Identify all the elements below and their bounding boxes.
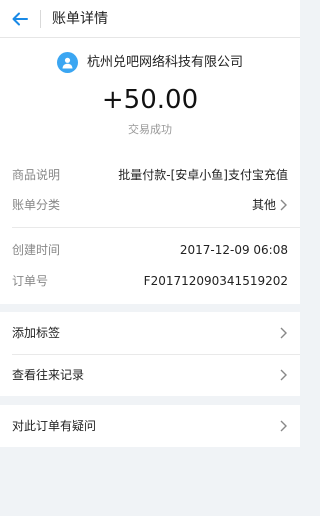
- divider: [12, 227, 300, 228]
- chevron-right-icon: [280, 369, 287, 381]
- detail-row-description: 商品说明 批量付款-[安卓小鱼]支付宝充值: [0, 163, 300, 187]
- detail-value: 批量付款-[安卓小鱼]支付宝充值: [118, 168, 288, 182]
- order-question-button[interactable]: 对此订单有疑问: [0, 405, 300, 447]
- detail-row-category[interactable]: 账单分类 其他: [0, 193, 300, 217]
- detail-row-created-time: 创建时间 2017-12-09 06:08: [0, 238, 300, 262]
- transaction-details: 商品说明 批量付款-[安卓小鱼]支付宝充值 账单分类 其他 创建时间 2017-…: [0, 152, 300, 304]
- arrow-left-icon: [12, 12, 28, 26]
- page-title: 账单详情: [52, 11, 108, 27]
- merchant: 杭州兑吧网络科技有限公司: [0, 52, 300, 73]
- action-group: 添加标签 查看往来记录: [0, 312, 300, 396]
- detail-label: 订单号: [12, 274, 49, 288]
- merchant-name: 杭州兑吧网络科技有限公司: [86, 54, 243, 70]
- detail-label: 商品说明: [12, 168, 61, 182]
- detail-label: 账单分类: [12, 198, 61, 212]
- detail-value: 其他: [251, 198, 276, 212]
- detail-row-order-number: 订单号 F201712090341519202: [0, 269, 300, 293]
- chevron-right-icon: [280, 420, 287, 432]
- back-button[interactable]: [8, 7, 32, 31]
- action-label: 对此订单有疑问: [12, 419, 97, 433]
- transaction-summary: 杭州兑吧网络科技有限公司 +50.00 交易成功: [0, 38, 300, 152]
- view-history-button[interactable]: 查看往来记录: [0, 354, 300, 396]
- transaction-amount: +50.00: [101, 85, 199, 115]
- chevron-right-icon: [280, 327, 287, 339]
- detail-value: F201712090341519202: [143, 274, 288, 288]
- user-avatar-icon: [56, 52, 78, 73]
- header-divider: [40, 10, 41, 28]
- top-bar: 账单详情: [0, 0, 300, 38]
- action-label: 添加标签: [12, 326, 61, 340]
- transaction-status: 交易成功: [128, 123, 172, 136]
- detail-label: 创建时间: [12, 243, 61, 257]
- add-tag-button[interactable]: 添加标签: [0, 312, 300, 354]
- dispute-group: 对此订单有疑问: [0, 405, 300, 447]
- detail-value: 2017-12-09 06:08: [179, 243, 288, 257]
- action-label: 查看往来记录: [12, 368, 85, 382]
- chevron-right-icon: [280, 199, 287, 211]
